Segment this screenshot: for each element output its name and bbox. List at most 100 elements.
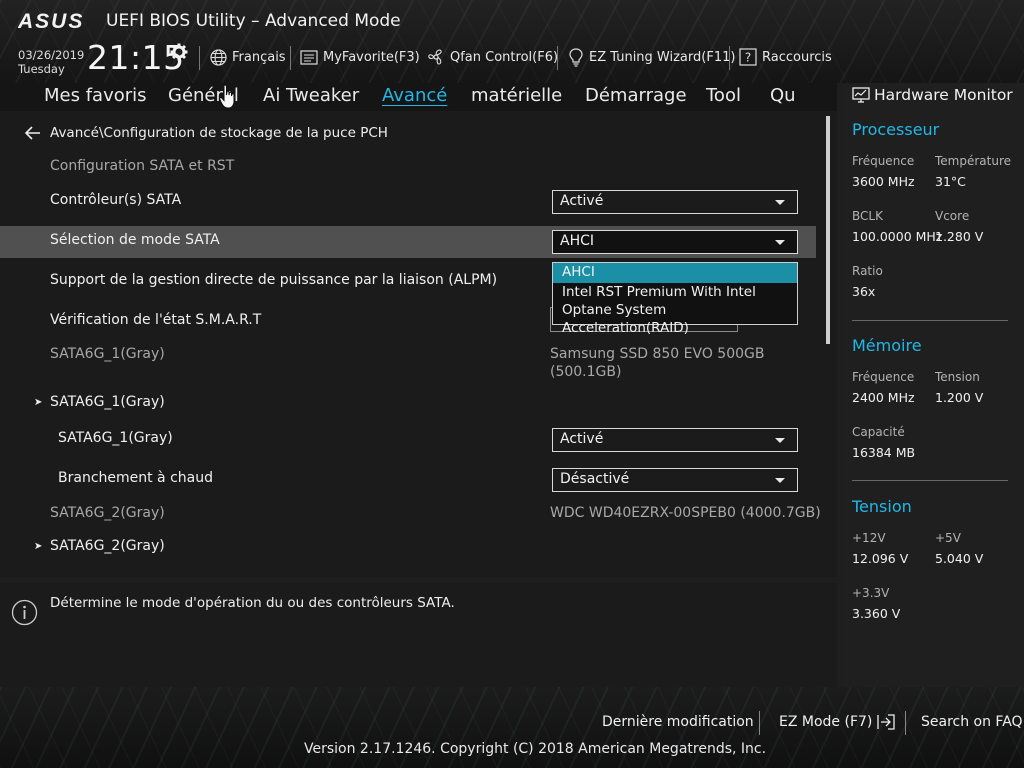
- lightbulb-icon: [569, 47, 583, 67]
- vcore-value: 1.280 V: [935, 229, 984, 244]
- cpu-freq-value: 3600 MHz: [852, 174, 915, 189]
- back-arrow-icon[interactable]: [24, 125, 42, 141]
- tab-boot[interactable]: Démarrage: [585, 85, 687, 106]
- chevron-down-icon: [775, 438, 785, 443]
- main-tabs: Mes favoris Général Ai Tweaker Avancé ma…: [0, 83, 837, 111]
- info-icon: [11, 599, 38, 626]
- last-modified-button[interactable]: Dernière modification: [602, 714, 754, 730]
- hot-plug-select[interactable]: Désactivé: [552, 468, 798, 492]
- section-title: Configuration SATA et RST: [50, 158, 235, 174]
- mouse-hand-cursor-icon: [219, 84, 235, 109]
- footer-separator: [905, 711, 906, 735]
- qfan-label: Qfan Control(F6): [450, 49, 559, 65]
- day-text: Tuesday: [18, 62, 65, 76]
- sata2-device-value: WDC WD40EZRX-00SPEB0 (4000.7GB): [550, 505, 821, 521]
- section-divider: [852, 320, 1008, 321]
- ratio-value: 36x: [852, 284, 876, 299]
- hardware-monitor-panel: Hardware Monitor Processeur Fréquence Te…: [844, 83, 1024, 687]
- memory-volt-label: Tension: [935, 370, 980, 384]
- bclk-value: 100.0000 MHz: [852, 229, 943, 244]
- shortcuts-button[interactable]: ? Raccourcis: [739, 46, 832, 68]
- search-faq-button[interactable]: Search on FAQ: [921, 714, 1023, 730]
- cpu-temp-label: Température: [935, 154, 1012, 168]
- ez-tuning-label: EZ Tuning Wizard(F11): [589, 49, 736, 65]
- date-text: 03/26/2019: [18, 48, 85, 62]
- memory-capacity-value: 16384 MB: [852, 445, 916, 460]
- help-question-icon: ?: [739, 48, 757, 66]
- myfavorite-button[interactable]: MyFavorite(F3): [300, 46, 420, 68]
- app-title: UEFI BIOS Utility – Advanced Mode: [106, 11, 401, 31]
- hardware-monitor-header: Hardware Monitor: [852, 86, 1013, 104]
- cpu-freq-label: Fréquence: [852, 154, 915, 168]
- footer-bar: Dernière modification EZ Mode (F7) Searc…: [0, 687, 1024, 768]
- svg-text:ASUS: ASUS: [18, 10, 84, 32]
- sata-mode-select[interactable]: AHCI: [552, 230, 798, 254]
- tab-ai-tweaker[interactable]: Ai Tweaker: [263, 85, 359, 106]
- memory-freq-label: Fréquence: [852, 370, 915, 384]
- tab-favorites[interactable]: Mes favoris: [44, 85, 147, 106]
- sata1-group[interactable]: SATA6G_1(Gray): [50, 394, 165, 410]
- header-separator: [729, 46, 730, 70]
- sata1-port-select[interactable]: Activé: [552, 428, 798, 452]
- v5-value: 5.040 V: [935, 551, 984, 566]
- voltage-section-title: Tension: [852, 497, 912, 516]
- monitor-icon: [852, 87, 870, 103]
- header-separator: [557, 46, 558, 70]
- globe-icon: [210, 48, 227, 66]
- sata1-info-label: SATA6G_1(Gray): [50, 346, 165, 362]
- asus-logo: ASUS: [18, 10, 84, 32]
- dropdown-option-ahci[interactable]: AHCI: [553, 263, 797, 283]
- version-text: Version 2.17.1246. Copyright (C) 2018 Am…: [304, 741, 767, 757]
- favorite-list-icon: [300, 49, 318, 65]
- section-divider: [852, 480, 1008, 481]
- sata-mode-dropdown: AHCI Intel RST Premium With Intel Optane…: [552, 262, 798, 336]
- sata1-port-value: Activé: [560, 431, 604, 447]
- qfan-control-button[interactable]: Qfan Control(F6): [427, 46, 558, 68]
- gear-icon[interactable]: [170, 43, 188, 61]
- fan-icon: [428, 49, 442, 65]
- sata1-device-value: Samsung SSD 850 EVO 500GB (500.1GB): [550, 346, 765, 380]
- smart-label: Vérification de l'état S.M.A.R.T: [50, 312, 262, 328]
- header-separator: [290, 46, 291, 70]
- vcore-label: Vcore: [935, 209, 970, 223]
- header-separator: [199, 46, 200, 70]
- ratio-label: Ratio: [852, 264, 883, 278]
- cpu-temp-value: 31°C: [935, 174, 966, 189]
- footer-separator: [759, 711, 760, 735]
- v33-value: 3.360 V: [852, 606, 901, 621]
- dropdown-option-raid[interactable]: Intel RST Premium With Intel Optane Syst…: [553, 283, 797, 337]
- sata-mode-value: AHCI: [560, 233, 595, 249]
- chevron-down-icon: [775, 200, 785, 205]
- ez-mode-label: EZ Mode (F7): [779, 714, 873, 730]
- hot-plug-label: Branchement à chaud: [58, 470, 213, 486]
- ez-tuning-wizard-button[interactable]: EZ Tuning Wizard(F11): [568, 46, 735, 68]
- scrollbar[interactable]: [826, 116, 830, 344]
- bclk-label: BCLK: [852, 209, 883, 223]
- tab-tool[interactable]: Tool: [706, 85, 741, 106]
- settings-panel: Avancé\Configuration de stockage de la p…: [0, 111, 837, 577]
- tab-monitor[interactable]: matérielle: [471, 85, 562, 106]
- tab-exit[interactable]: Qu: [770, 85, 796, 106]
- memory-section-title: Mémoire: [852, 336, 922, 355]
- language-label: Français: [232, 49, 286, 65]
- myfavorite-label: MyFavorite(F3): [323, 49, 420, 65]
- sata2-group[interactable]: SATA6G_2(Gray): [50, 538, 165, 554]
- help-description: Détermine le mode d'opération du ou des …: [50, 595, 455, 611]
- sata-controller-value: Activé: [560, 193, 604, 209]
- sata1-port-label: SATA6G_1(Gray): [58, 430, 173, 446]
- tab-advanced[interactable]: Avancé: [382, 85, 447, 106]
- language-button[interactable]: Français: [210, 46, 286, 68]
- sata-controller-label: Contrôleur(s) SATA: [50, 192, 182, 208]
- v12-value: 12.096 V: [852, 551, 909, 566]
- chevron-down-icon: [775, 240, 785, 245]
- sata-controller-select[interactable]: Activé: [552, 190, 798, 214]
- sata2-info-label: SATA6G_2(Gray): [50, 505, 165, 521]
- memory-freq-value: 2400 MHz: [852, 390, 915, 405]
- hot-plug-value: Désactivé: [560, 471, 630, 487]
- breadcrumb: Avancé\Configuration de stockage de la p…: [50, 125, 388, 141]
- sata-mode-label: Sélection de mode SATA: [50, 232, 220, 248]
- chevron-down-icon: [775, 478, 785, 483]
- date-display: 03/26/2019 Tuesday: [18, 48, 84, 76]
- ez-mode-button[interactable]: EZ Mode (F7): [779, 714, 896, 730]
- exit-icon: [877, 714, 896, 730]
